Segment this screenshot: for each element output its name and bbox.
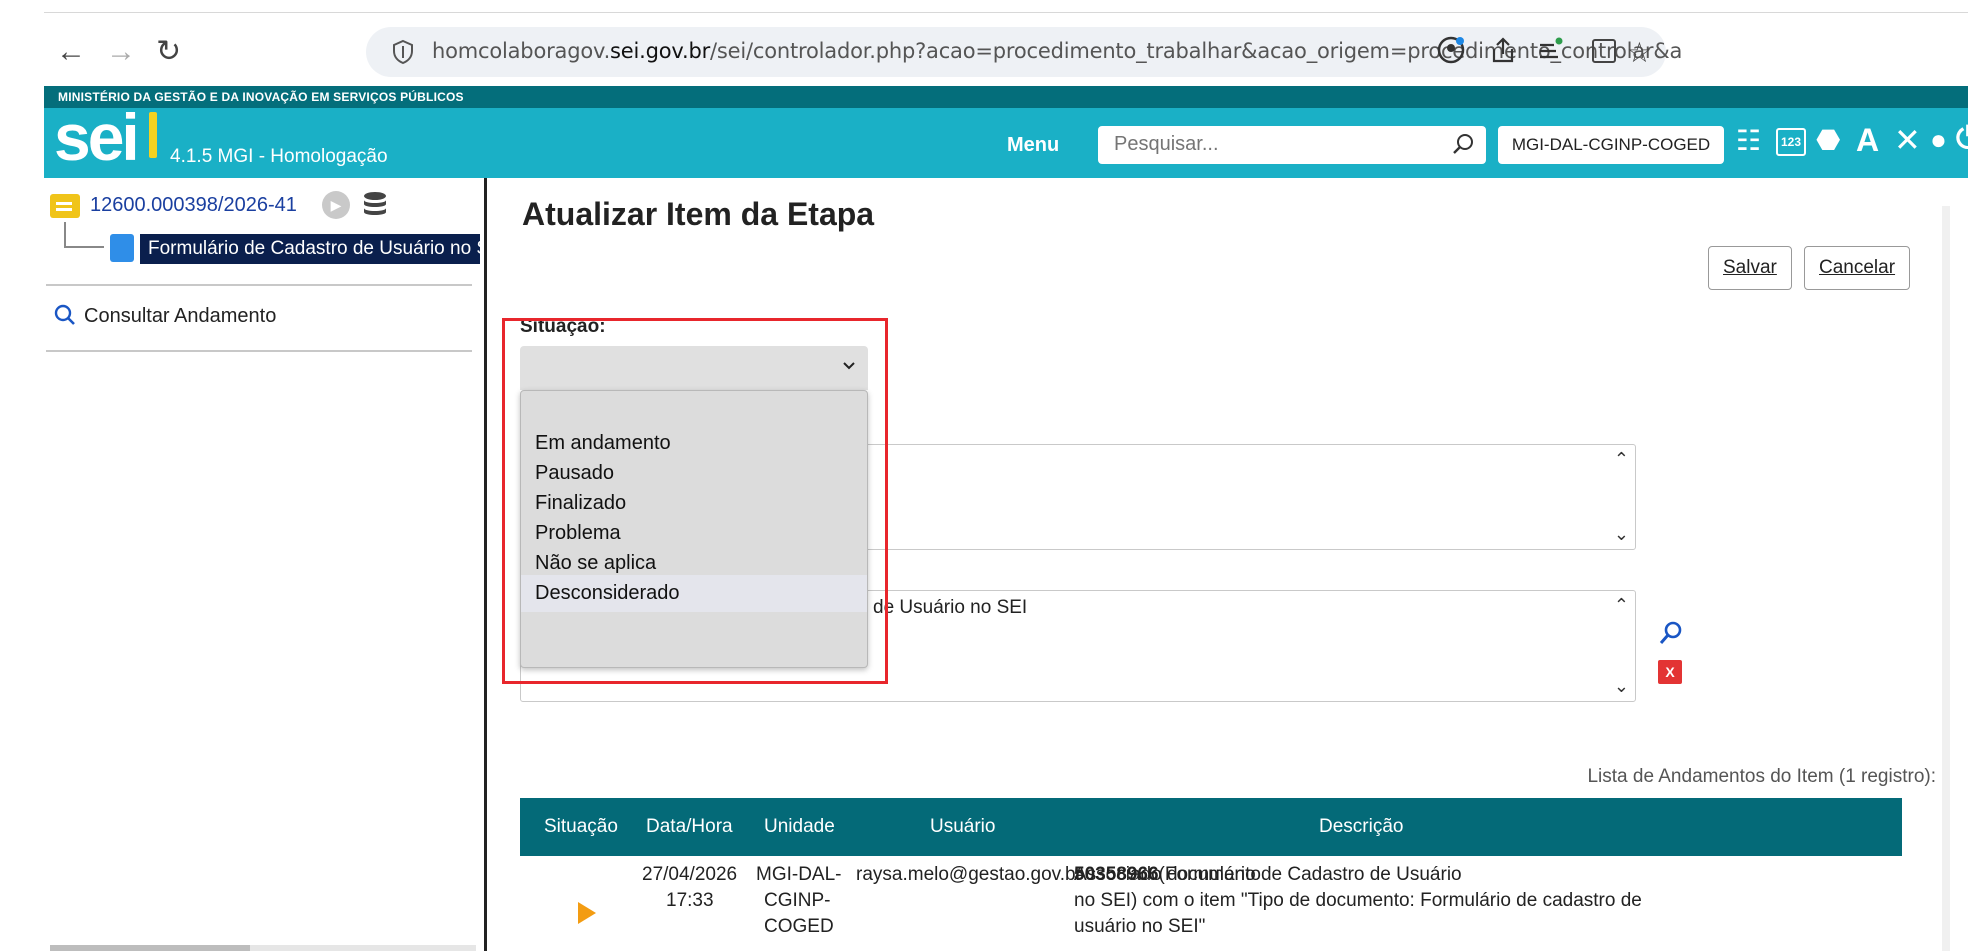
version-label: 4.1.5 MGI - Homologação — [170, 146, 388, 167]
cancel-button[interactable]: Cancelar — [1804, 246, 1911, 290]
row-unit-line3: COGED — [764, 916, 834, 937]
database-icon[interactable] — [362, 190, 388, 220]
account-icon[interactable] — [1436, 35, 1466, 65]
list-caption: Lista de Andamentos do Item (1 registro)… — [1587, 766, 1936, 787]
row-time: 17:33 — [666, 890, 714, 911]
row-desc-line2: no SEI) com o item "Tipo de documento: F… — [1074, 890, 1642, 911]
play-icon — [578, 902, 596, 924]
left-scrollbar-thumb[interactable] — [50, 945, 250, 951]
col-data-hora: Data/Hora — [646, 816, 733, 837]
panel-splitter[interactable] — [484, 178, 498, 951]
consult-andamento-link[interactable]: Consultar Andamento — [54, 304, 276, 328]
scroll-up-icon[interactable]: ⌃ — [1614, 595, 1629, 616]
search-document-icon[interactable] — [1658, 620, 1684, 648]
shield-icon — [393, 39, 413, 65]
col-unidade: Unidade — [764, 816, 835, 837]
page-title: Atualizar Item da Etapa — [522, 196, 875, 232]
sei-header: sei 4.1.5 MGI - Homologação Menu MGI-DAL… — [44, 104, 1968, 178]
tree-document-selected[interactable]: Formulário de Cadastro de Usuário no SEI — [140, 234, 480, 264]
tree-divider-bottom — [46, 350, 472, 352]
tools-icon[interactable]: ✕ — [1894, 124, 1921, 156]
col-descricao: Descrição — [1319, 816, 1404, 837]
process-number-link[interactable]: 12600.000398/2026-41 — [90, 194, 297, 217]
row-date: 27/04/2026 — [642, 864, 738, 885]
search-icon[interactable] — [1452, 133, 1474, 155]
power-icon[interactable]: ⏻ — [1956, 124, 1968, 154]
sei-logo-mark — [149, 112, 157, 158]
scroll-down-icon[interactable]: ⌄ — [1614, 676, 1629, 697]
magnifier-icon — [54, 304, 75, 325]
situation-select[interactable] — [520, 346, 868, 390]
sei-logo[interactable]: sei — [54, 104, 140, 170]
left-scrollbar[interactable] — [50, 945, 476, 951]
andamentos-table: Situação Data/Hora Unidade Usuário Descr… — [520, 798, 1902, 951]
row-unit-line1: MGI-DAL- — [756, 864, 842, 885]
alert-icon[interactable]: ⬣ — [1816, 126, 1840, 154]
reload-icon[interactable]: ↻ — [156, 37, 181, 67]
situation-dropdown-list: Em andamento Pausado Finalizado Problema… — [520, 390, 868, 668]
share-icon[interactable] — [1488, 35, 1518, 65]
scroll-up-icon[interactable]: ⌃ — [1614, 449, 1629, 470]
menu-lines-icon[interactable] — [1534, 35, 1564, 65]
search-box — [1098, 126, 1486, 164]
tree-connector — [64, 222, 104, 248]
ministry-bar: MINISTÉRIO DA GESTÃO E DA INOVAÇÃO EM SE… — [44, 86, 1968, 108]
row-user: raysa.melo@gestao.gov.br — [856, 864, 1082, 885]
table-row: 27/04/2026 17:33 MGI-DAL- CGINP- COGED r… — [520, 856, 1902, 951]
linked-document-text: de Usuário no SEI — [873, 597, 1028, 618]
situation-label: Situação: — [520, 316, 606, 337]
address-bar[interactable]: homcolaboragov.sei.gov.br/sei/controlado… — [366, 27, 1682, 77]
search-input[interactable] — [1114, 133, 1414, 156]
unit-selector[interactable]: MGI-DAL-CGINP-COGED — [1498, 126, 1724, 164]
menu-link[interactable]: Menu — [1007, 134, 1059, 157]
main-content: Atualizar Item da Etapa Salvar Cancelar … — [498, 178, 1950, 951]
tree-divider — [46, 284, 472, 286]
col-situacao: Situação — [544, 816, 618, 837]
numbering-icon[interactable]: 123 — [1776, 128, 1807, 156]
control-processes-icon[interactable]: ☷ — [1736, 127, 1761, 155]
table-header: Situação Data/Hora Unidade Usuário Descr… — [520, 798, 1902, 856]
row-desc-line3: usuário no SEI" — [1074, 916, 1206, 937]
arrow-right-icon[interactable]: → — [106, 37, 136, 67]
accessibility-font-icon[interactable]: A — [1856, 124, 1879, 156]
document-icon — [110, 234, 134, 262]
save-button[interactable]: Salvar — [1708, 246, 1792, 290]
process-folder-icon — [50, 194, 80, 218]
col-usuario: Usuário — [930, 816, 996, 837]
scroll-down-icon[interactable]: ⌄ — [1614, 524, 1629, 545]
remove-document-icon[interactable]: X — [1658, 660, 1682, 684]
arrow-left-icon[interactable]: ← — [56, 37, 86, 67]
user-icon[interactable]: ● — [1930, 126, 1947, 154]
install-app-icon[interactable] — [1592, 39, 1616, 63]
option-desconsiderado[interactable]: Desconsiderado — [521, 575, 867, 612]
consult-andamento-label: Consultar Andamento — [84, 305, 277, 327]
chevron-down-icon — [843, 362, 855, 370]
forward-icon[interactable]: ▶ — [322, 191, 350, 219]
row-unit-line2: CGINP- — [764, 890, 831, 911]
bookmark-star-icon[interactable]: ☆ — [1627, 36, 1652, 69]
process-tree-panel: 12600.000398/2026-41 ▶ Formulário de Cad… — [44, 178, 484, 951]
main-scrollbar[interactable] — [1942, 206, 1950, 951]
row-desc-line1: Associado documento 50358966 (Formulário… — [1074, 864, 1462, 885]
